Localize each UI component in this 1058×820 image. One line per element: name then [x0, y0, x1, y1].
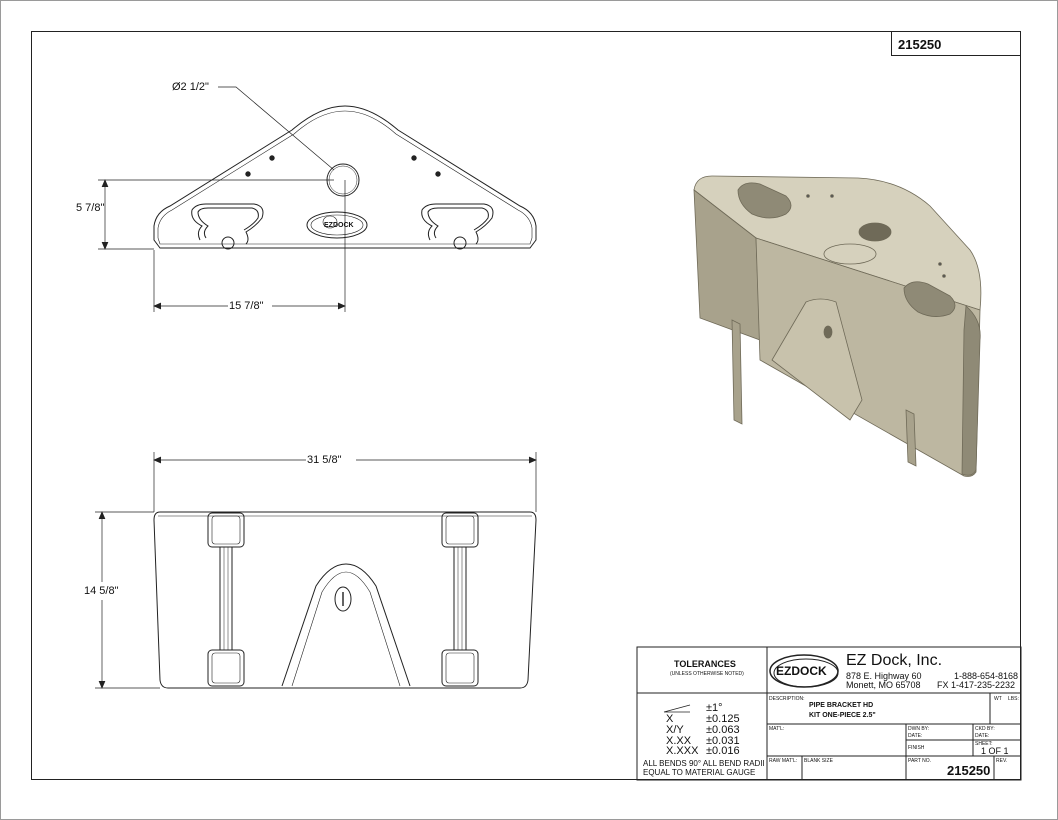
part-number-label: PART NO.	[908, 758, 932, 764]
front-view-dimensions	[95, 452, 537, 689]
drawn-by-label: DWN BY:	[908, 726, 930, 732]
half-width-dimension: 15 7/8"	[229, 300, 264, 312]
company-name: EZ Dock, Inc.	[846, 652, 943, 669]
description-line-2: KIT ONE-PIECE 2.5"	[809, 712, 876, 719]
tolerance-label: X.XXX	[666, 745, 699, 757]
front-view	[153, 511, 537, 689]
lbs-label: LBS:	[1008, 696, 1019, 702]
isometric-render	[693, 175, 982, 477]
bend-note: ALL BENDS 90° ALL BEND RADII	[643, 759, 765, 768]
checked-by-label: CKD BY:	[975, 726, 995, 732]
company-logo: EZDOCK	[776, 664, 827, 678]
checked-date-label: DATE:	[975, 733, 990, 739]
raw-material-label: RAW MAT'L:	[769, 758, 798, 764]
technical-drawing	[95, 86, 1022, 781]
tolerances-title: TOLERANCES	[674, 659, 736, 669]
sheet-number: 1 OF 1	[981, 746, 1009, 756]
top-view-dimensions	[98, 86, 346, 312]
weight-label: WT	[994, 696, 1002, 702]
company-address-2: Monett, MO 65708	[846, 680, 921, 690]
diameter-dimension: Ø2 1/2"	[172, 81, 209, 93]
part-logo-text: EZDOCK	[324, 222, 354, 229]
tolerances-subtitle: (UNLESS OTHERWISE NOTED)	[670, 671, 744, 677]
full-width-dimension: 31 5/8"	[307, 454, 342, 466]
company-fax: FX 1-417-235-2232	[937, 680, 1016, 690]
blank-size-label: BLANK SIZE	[804, 758, 833, 764]
date-label: DATE:	[908, 733, 923, 739]
description-label: DESCRIPTION:	[769, 696, 805, 702]
tolerance-value: ±0.016	[706, 745, 740, 757]
gauge-note: EQUAL TO MATERIAL GAUGE	[643, 768, 756, 777]
finish-label: FINISH	[908, 745, 925, 751]
full-height-dimension: 14 5/8"	[84, 585, 119, 597]
material-label: MAT'L:	[769, 726, 785, 732]
description-line-1: PIPE BRACKET HD	[809, 702, 874, 709]
part-number: 215250	[947, 763, 991, 778]
revision-label: REV.	[996, 758, 1008, 764]
height-small-dimension: 5 7/8"	[76, 202, 105, 214]
